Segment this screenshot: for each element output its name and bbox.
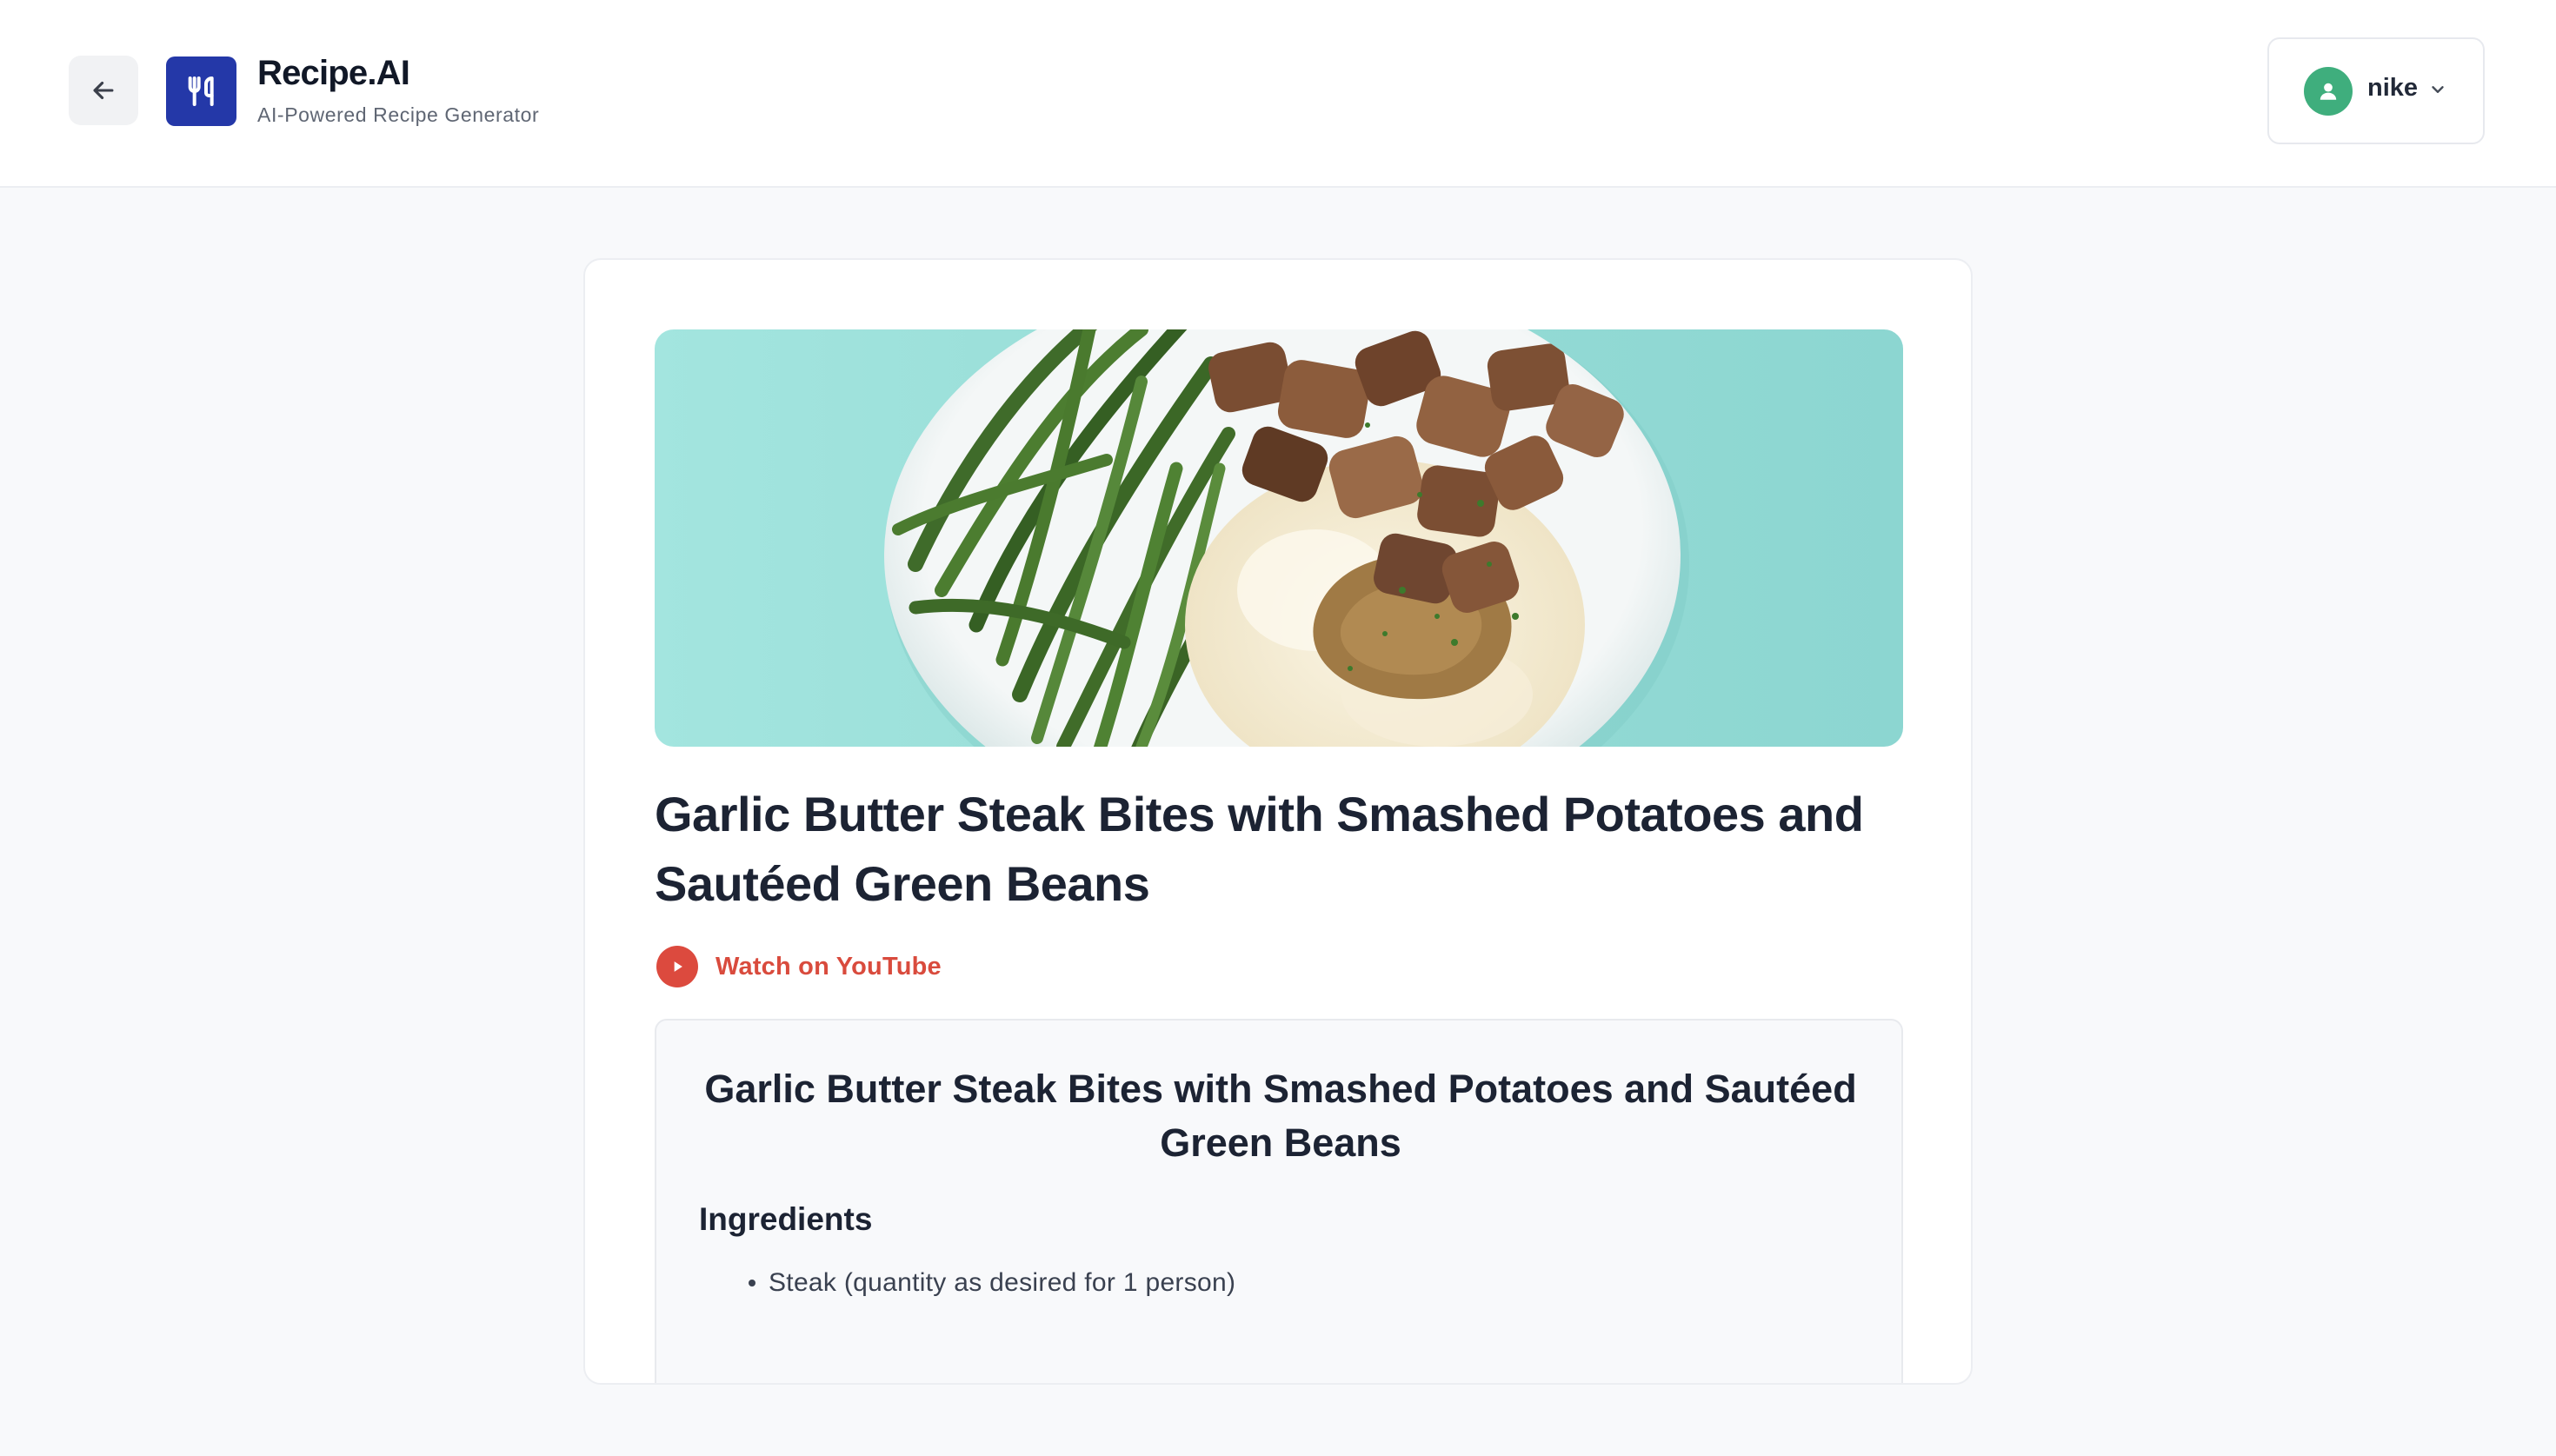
app-logo[interactable] xyxy=(166,57,236,126)
user-menu-button[interactable]: nike xyxy=(2267,37,2485,144)
brand-title: Recipe.AI xyxy=(257,54,410,92)
list-item: Steak (quantity as desired for 1 person) xyxy=(749,1264,1235,1302)
chevron-down-icon xyxy=(2432,86,2444,93)
user-icon xyxy=(2320,83,2337,100)
avatar xyxy=(2304,67,2353,116)
app-header: Recipe.AI AI-Powered Recipe Generator ni… xyxy=(0,0,2556,188)
recipe-content: Garlic Butter Steak Bites with Smashed P… xyxy=(655,1019,1903,1383)
ingredients-heading: Ingredients xyxy=(699,1201,873,1237)
arrow-left-icon xyxy=(93,81,114,100)
brand-subtitle: AI-Powered Recipe Generator xyxy=(257,103,540,126)
watch-on-youtube-label: Watch on YouTube xyxy=(716,952,942,981)
user-name: nike xyxy=(2367,74,2419,102)
recipe-card: Garlic Butter Steak Bites with Smashed P… xyxy=(583,258,1973,1385)
back-button[interactable] xyxy=(69,56,138,125)
recipe-title: Garlic Butter Steak Bites with Smashed P… xyxy=(655,787,1864,911)
recipe-hero-image xyxy=(655,329,1903,747)
ingredients-list: Steak (quantity as desired for 1 person) xyxy=(749,1264,1235,1302)
play-icon xyxy=(656,946,698,987)
watch-on-youtube-link[interactable]: Watch on YouTube xyxy=(656,946,942,987)
recipe-content-title: Garlic Butter Steak Bites with Smashed P… xyxy=(704,1067,1857,1165)
bullet xyxy=(749,1280,755,1286)
fork-knife-icon xyxy=(188,76,214,106)
ingredient-text: Steak (quantity as desired for 1 person) xyxy=(769,1268,1236,1297)
